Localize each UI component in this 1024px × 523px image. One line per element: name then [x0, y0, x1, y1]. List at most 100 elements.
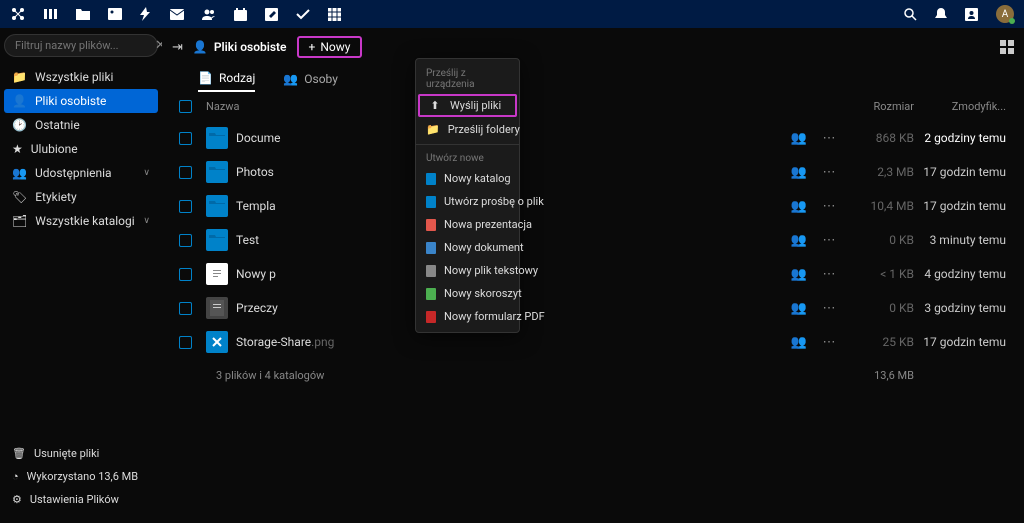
share-button[interactable]: 👥: [784, 335, 814, 350]
file-type-icon: [426, 288, 436, 300]
dd-upload-files[interactable]: ⬆Wyślij pliki: [418, 94, 517, 117]
file-size: 868 KB: [844, 131, 914, 145]
notifications-icon[interactable]: [935, 8, 947, 21]
share-button[interactable]: 👥: [784, 199, 814, 214]
more-button[interactable]: ⋯: [814, 131, 844, 146]
search-input[interactable]: [15, 39, 155, 52]
topbar: A: [0, 0, 1024, 28]
share-button[interactable]: 👥: [784, 233, 814, 248]
tab-type[interactable]: 📄Rodzaj: [198, 66, 255, 92]
file-size: 0 KB: [844, 233, 914, 247]
table-row[interactable]: Docume 👥 ⋯ 868 KB 2 godziny temu: [162, 121, 1024, 155]
dd-item-label: Wyślij pliki: [450, 99, 501, 112]
calendar-icon[interactable]: [234, 8, 247, 21]
dd-create-item[interactable]: Nowy katalog: [416, 167, 519, 190]
mail-icon[interactable]: [170, 9, 184, 20]
table-row[interactable]: Przeczy 👥 ⋯ 0 KB 3 godziny temu: [162, 291, 1024, 325]
dd-create-item[interactable]: Nowy dokument: [416, 236, 519, 259]
avatar[interactable]: A: [996, 5, 1014, 23]
row-checkbox[interactable]: [179, 132, 192, 145]
sidebar-trash[interactable]: 🗑Usunięte pliki: [4, 442, 158, 465]
sidebar-item-favorites[interactable]: ★Ulubione: [4, 137, 158, 161]
col-size[interactable]: Rozmiar: [844, 100, 914, 113]
new-dropdown: Prześlij z urządzenia ⬆Wyślij pliki 📁Prz…: [415, 58, 520, 333]
more-button[interactable]: ⋯: [814, 335, 844, 350]
dd-section-upload: Prześlij z urządzenia: [416, 63, 519, 93]
dd-item-label: Utwórz prośbę o plik: [444, 195, 544, 208]
sidebar-item-personal[interactable]: 👤Pliki osobiste: [4, 89, 158, 113]
search-box[interactable]: ✕: [4, 34, 158, 57]
table-header: Nazwa Rozmiar Zmodyfik...: [162, 92, 1024, 121]
row-checkbox[interactable]: [179, 302, 192, 315]
sidebar-item-recent[interactable]: 🕑Ostatnie: [4, 113, 158, 137]
row-checkbox[interactable]: [179, 336, 192, 349]
table-row[interactable]: Photos 👥 ⋯ 2,3 MB 17 godzin temu: [162, 155, 1024, 189]
activity-icon[interactable]: [140, 7, 152, 21]
select-all-checkbox[interactable]: [179, 100, 192, 113]
dd-create-item[interactable]: Nowy plik tekstowy: [416, 259, 519, 282]
breadcrumb-title[interactable]: Pliki osobiste: [214, 40, 287, 54]
more-button[interactable]: ⋯: [814, 267, 844, 282]
table-row[interactable]: Test 👥 ⋯ 0 KB 3 minuty temu: [162, 223, 1024, 257]
dd-create-list: Nowy katalogUtwórz prośbę o plikNowa pre…: [416, 167, 519, 328]
dd-create-item[interactable]: Utwórz prośbę o plik: [416, 190, 519, 213]
search-icon[interactable]: [904, 8, 917, 21]
sidebar-settings[interactable]: ⚙Ustawienia Plików: [4, 488, 158, 511]
more-button[interactable]: ⋯: [814, 233, 844, 248]
share-button[interactable]: 👥: [784, 131, 814, 146]
more-button[interactable]: ⋯: [814, 301, 844, 316]
file-size: 2,3 MB: [844, 165, 914, 179]
dd-create-item[interactable]: Nowy skoroszyt: [416, 282, 519, 305]
file-type-icon: [426, 242, 436, 254]
sidebar-quota[interactable]: ◔Wykorzystano 13,6 MB: [4, 465, 158, 488]
folder-icon: [206, 161, 228, 183]
sidebar-item-label: Wykorzystano 13,6 MB: [27, 470, 138, 483]
table-row[interactable]: Storage-Share.png 👥 ⋯ 25 KB 17 godzin te…: [162, 325, 1024, 359]
dashboard-icon[interactable]: [44, 7, 58, 21]
dd-item-label: Nowa prezentacja: [444, 218, 532, 231]
folder-icon: [206, 229, 228, 251]
deck-icon[interactable]: [328, 8, 341, 21]
row-checkbox[interactable]: [179, 166, 192, 179]
folder-icon: [206, 195, 228, 217]
sidebar-item-shares[interactable]: 👥Udostępnienia∨: [4, 161, 158, 185]
app-logo-icon[interactable]: [10, 6, 26, 22]
dd-create-item[interactable]: Nowa prezentacja: [416, 213, 519, 236]
tab-people[interactable]: 👥Osoby: [283, 66, 338, 92]
table-row[interactable]: Templa 👥 ⋯ 10,4 MB 17 godzin temu: [162, 189, 1024, 223]
share-button[interactable]: 👥: [784, 301, 814, 316]
row-checkbox[interactable]: [179, 234, 192, 247]
contacts-icon[interactable]: [202, 8, 216, 20]
new-button-label: Nowy: [320, 40, 350, 54]
document-icon: [206, 263, 228, 285]
row-checkbox[interactable]: [179, 268, 192, 281]
files-icon[interactable]: [76, 8, 90, 20]
type-icon: 📄: [198, 71, 213, 85]
sidebar-toggle-icon[interactable]: ⇥: [172, 40, 183, 55]
contacts-menu-icon[interactable]: [965, 8, 978, 21]
file-type-icon: [426, 219, 436, 231]
dd-create-item[interactable]: Nowy formularz PDF: [416, 305, 519, 328]
sidebar-item-label: Usunięte pliki: [34, 447, 99, 460]
tasks-icon[interactable]: [296, 9, 310, 20]
chevron-down-icon: ∨: [143, 168, 150, 178]
share-button[interactable]: 👥: [784, 267, 814, 282]
more-button[interactable]: ⋯: [814, 165, 844, 180]
view-grid-icon[interactable]: [1000, 40, 1014, 54]
row-checkbox[interactable]: [179, 200, 192, 213]
more-button[interactable]: ⋯: [814, 199, 844, 214]
sidebar-item-all-folders[interactable]: 🗂Wszystkie katalogi∨: [4, 209, 158, 233]
dd-item-label: Nowy skoroszyt: [444, 287, 522, 300]
dd-upload-folders[interactable]: 📁Prześlij foldery: [416, 118, 519, 141]
sidebar-item-tags[interactable]: 🏷Etykiety: [4, 185, 158, 209]
table-row[interactable]: Nowy p 👥 ⋯ < 1 KB 4 godziny temu: [162, 257, 1024, 291]
photos-icon[interactable]: [108, 8, 122, 20]
gear-icon: ⚙: [12, 493, 22, 506]
share-button[interactable]: 👥: [784, 165, 814, 180]
new-button[interactable]: + Nowy: [297, 36, 363, 58]
sidebar-item-all-files[interactable]: 📁Wszystkie pliki: [4, 65, 158, 89]
tag-icon: 🏷: [12, 190, 27, 204]
notes-icon[interactable]: [265, 8, 278, 21]
col-modified[interactable]: Zmodyfik...: [914, 100, 1014, 113]
share-icon: 👥: [12, 166, 27, 180]
